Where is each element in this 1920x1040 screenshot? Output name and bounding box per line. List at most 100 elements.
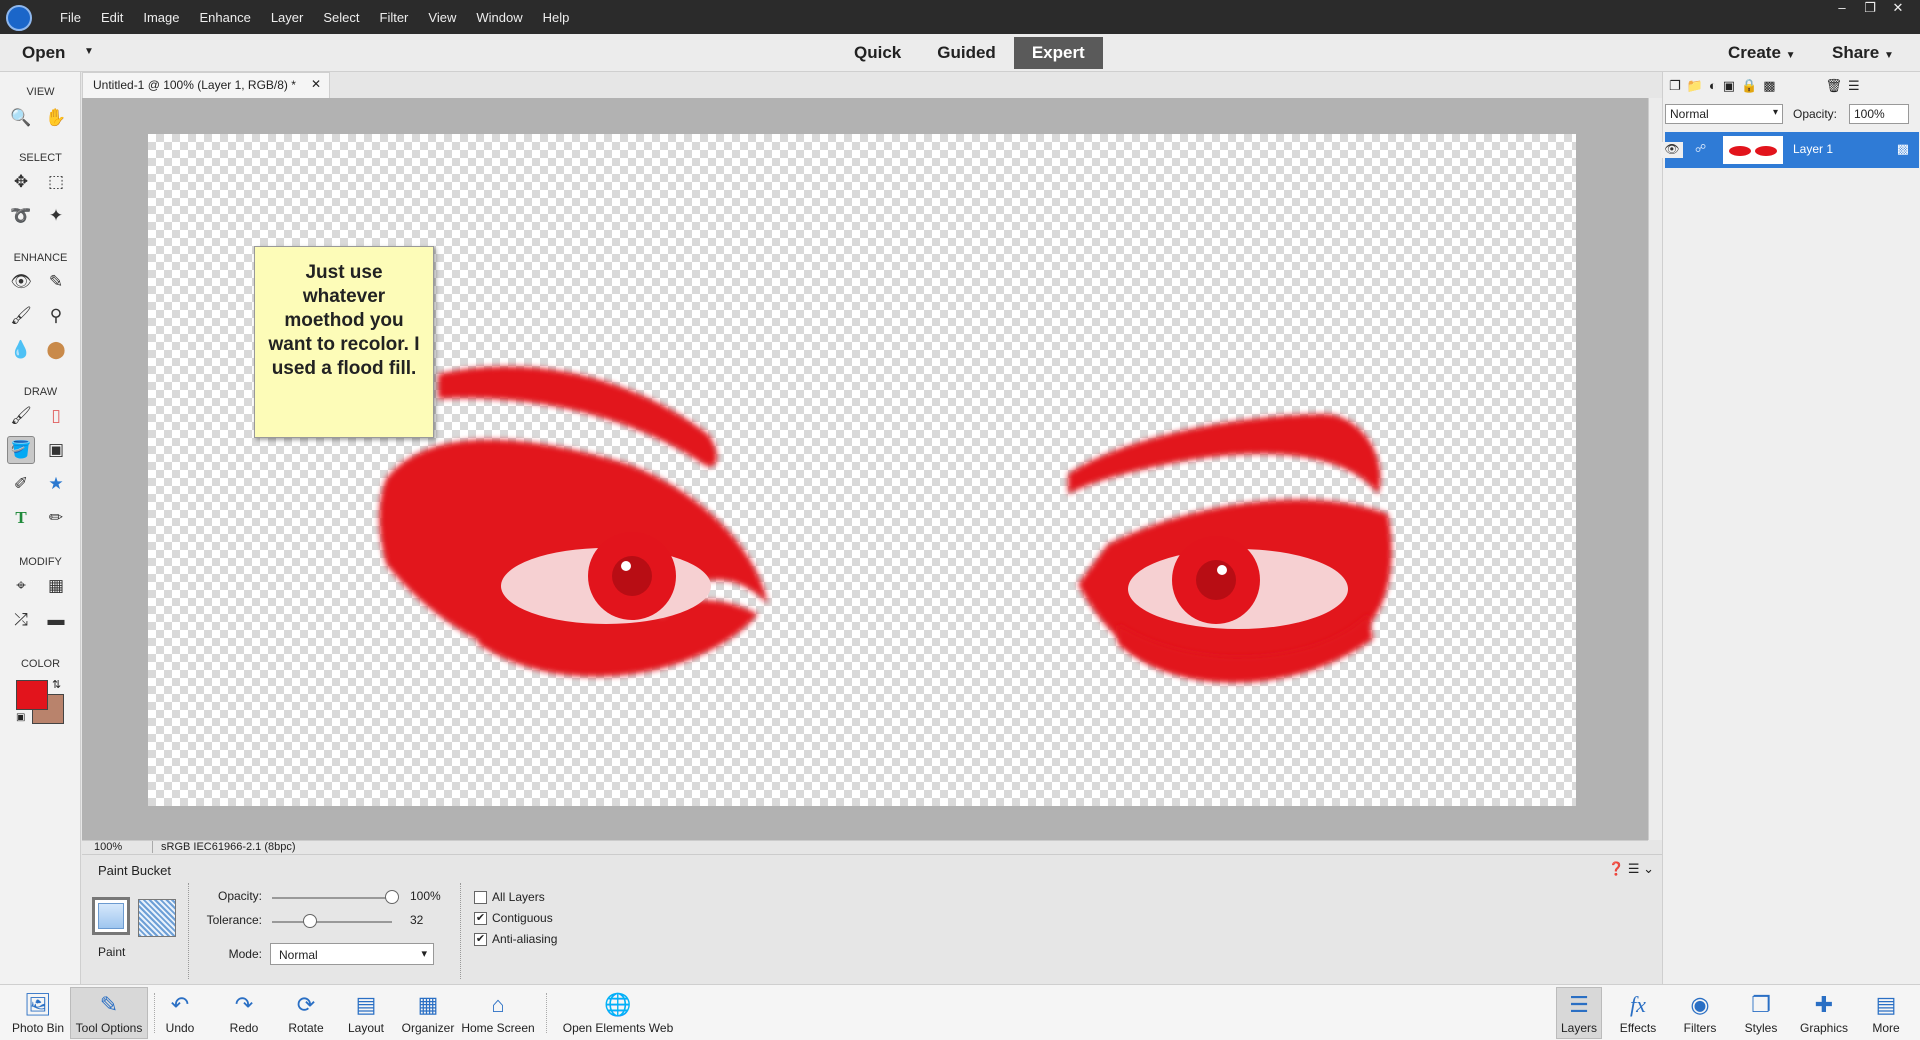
mode-select[interactable]: Normal bbox=[270, 943, 434, 965]
paint-bucket-tool-icon[interactable]: 🪣 bbox=[7, 436, 35, 464]
sticky-note[interactable]: Just use whatever moethod you want to re… bbox=[254, 246, 434, 438]
minimize-icon[interactable]: – bbox=[1828, 0, 1856, 20]
fill-pattern-button[interactable] bbox=[138, 899, 176, 937]
open-button[interactable]: Open bbox=[22, 43, 65, 63]
layer-row[interactable]: 👁 ☍ Layer 1 ▩ bbox=[1661, 132, 1919, 168]
tab-expert[interactable]: Expert bbox=[1013, 37, 1103, 69]
options-menu-icon[interactable]: ☰ bbox=[1628, 861, 1640, 876]
swap-colors-icon[interactable]: ⇅ bbox=[52, 678, 61, 691]
menu-file[interactable]: File bbox=[50, 10, 91, 25]
red-eye-tool-icon[interactable]: 👁 bbox=[7, 268, 35, 296]
blend-mode-select[interactable]: Normal bbox=[1665, 104, 1783, 124]
lasso-tool-icon[interactable]: ➰ bbox=[7, 202, 35, 230]
new-layer-icon[interactable]: ❐ bbox=[1669, 78, 1681, 94]
document-tab[interactable]: Untitled-1 @ 100% (Layer 1, RGB/8) * ✕ bbox=[82, 72, 330, 98]
menu-help[interactable]: Help bbox=[533, 10, 580, 25]
visibility-eye-icon[interactable]: 👁 bbox=[1661, 142, 1683, 158]
layers-panel-button[interactable]: ☰ Layers bbox=[1556, 987, 1602, 1039]
home-screen-button[interactable]: ⌂ Home Screen bbox=[458, 991, 538, 1035]
eraser-tool-icon[interactable]: ▯ bbox=[42, 402, 70, 430]
rotate-button[interactable]: ⟳ Rotate bbox=[284, 991, 328, 1035]
menu-enhance[interactable]: Enhance bbox=[190, 10, 261, 25]
share-button[interactable]: Share ▼ bbox=[1832, 43, 1894, 63]
opacity-slider-thumb[interactable] bbox=[385, 890, 399, 904]
layer-mask-icon[interactable]: ▣ bbox=[1723, 78, 1735, 94]
smart-brush-tool-icon[interactable]: 🖌 bbox=[7, 302, 35, 330]
lock-transparent-icon[interactable]: ▩ bbox=[1763, 78, 1775, 94]
menu-select[interactable]: Select bbox=[313, 10, 369, 25]
fill-paint-button[interactable] bbox=[92, 897, 130, 935]
layer-link-icon[interactable]: ☍ bbox=[1695, 142, 1706, 155]
undo-label: Undo bbox=[165, 1021, 195, 1035]
close-icon[interactable]: ✕ bbox=[1884, 0, 1912, 20]
tolerance-slider[interactable] bbox=[272, 921, 392, 923]
menu-image[interactable]: Image bbox=[133, 10, 189, 25]
healing-brush-tool-icon[interactable]: ✎ bbox=[42, 268, 70, 296]
panel-menu-icon[interactable]: ☰ bbox=[1848, 78, 1860, 94]
magic-wand-tool-icon[interactable]: ✦ bbox=[42, 202, 70, 230]
menu-view[interactable]: View bbox=[418, 10, 466, 25]
organizer-icon: ▦ bbox=[417, 992, 439, 1017]
image-canvas[interactable] bbox=[148, 134, 1576, 806]
clone-stamp-tool-icon[interactable]: ⚲ bbox=[42, 302, 70, 330]
home-screen-label: Home Screen bbox=[461, 1021, 535, 1035]
foreground-color-swatch[interactable] bbox=[16, 680, 48, 710]
organizer-button[interactable]: ▦ Organizer bbox=[400, 991, 456, 1035]
tool-options-button[interactable]: ✎ Tool Options bbox=[70, 987, 148, 1039]
graphics-button[interactable]: ✚ Graphics bbox=[1796, 991, 1852, 1035]
redo-button[interactable]: ↷ Redo bbox=[224, 991, 264, 1035]
create-button[interactable]: Create ▼ bbox=[1728, 43, 1796, 63]
type-tool-icon[interactable]: T bbox=[7, 504, 35, 532]
all-layers-checkbox[interactable] bbox=[474, 891, 487, 904]
collapse-panel-icon[interactable]: ⌄ bbox=[1643, 861, 1654, 876]
default-colors-icon[interactable]: ▣ bbox=[16, 712, 25, 723]
adjustment-layer-icon[interactable]: ◐ bbox=[1709, 78, 1717, 94]
layer-opacity-input[interactable]: 100% bbox=[1849, 104, 1909, 124]
menu-filter[interactable]: Filter bbox=[370, 10, 419, 25]
photo-bin-button[interactable]: 🖼 Photo Bin bbox=[8, 991, 68, 1035]
menu-edit[interactable]: Edit bbox=[91, 10, 133, 25]
open-dropdown-icon[interactable]: ▼ bbox=[84, 46, 94, 57]
open-elements-web-button[interactable]: 🌐 Open Elements Web bbox=[556, 991, 680, 1035]
move-tool-icon[interactable]: ✥ bbox=[7, 168, 35, 196]
new-group-icon[interactable]: 📁 bbox=[1687, 78, 1703, 94]
tolerance-slider-thumb[interactable] bbox=[303, 914, 318, 928]
lock-all-icon[interactable]: 🔒 bbox=[1741, 78, 1757, 94]
recompose-tool-icon[interactable]: ▦ bbox=[42, 572, 70, 600]
hand-tool-icon[interactable]: ✋ bbox=[42, 104, 70, 132]
tab-guided[interactable]: Guided bbox=[919, 37, 1014, 69]
crop-tool-icon[interactable]: ⌖ bbox=[7, 572, 35, 600]
content-aware-move-tool-icon[interactable]: ⤮ bbox=[7, 606, 35, 634]
gradient-tool-icon[interactable]: ▣ bbox=[42, 436, 70, 464]
menu-window[interactable]: Window bbox=[466, 10, 532, 25]
layout-button[interactable]: ▤ Layout bbox=[344, 991, 388, 1035]
zoom-tool-icon[interactable]: 🔍 bbox=[7, 104, 35, 132]
delete-layer-icon[interactable]: 🗑 bbox=[1825, 78, 1842, 94]
opacity-slider[interactable] bbox=[272, 897, 392, 899]
zoom-level[interactable]: 100% bbox=[94, 841, 122, 853]
blur-tool-icon[interactable]: 💧 bbox=[7, 336, 35, 364]
anti-aliasing-checkbox[interactable]: ✔ bbox=[474, 933, 487, 946]
contiguous-checkbox[interactable]: ✔ bbox=[474, 912, 487, 925]
tolerance-value[interactable]: 32 bbox=[410, 913, 423, 927]
opacity-value[interactable]: 100% bbox=[410, 889, 441, 903]
restore-icon[interactable]: ❐ bbox=[1856, 0, 1884, 20]
sponge-tool-icon[interactable]: ⬤ bbox=[42, 336, 70, 364]
marquee-tool-icon[interactable]: ⬚ bbox=[42, 168, 70, 196]
eyedropper-tool-icon[interactable]: ✐ bbox=[7, 470, 35, 498]
filters-button[interactable]: ◉ Filters bbox=[1676, 991, 1724, 1035]
pencil-tool-icon[interactable]: ✏ bbox=[42, 504, 70, 532]
menu-layer[interactable]: Layer bbox=[261, 10, 314, 25]
close-document-icon[interactable]: ✕ bbox=[311, 77, 321, 91]
shape-tool-icon[interactable]: ★ bbox=[42, 470, 70, 498]
straighten-tool-icon[interactable]: ▬ bbox=[42, 606, 70, 634]
vertical-scrollbar[interactable] bbox=[1648, 98, 1662, 840]
undo-button[interactable]: ↶ Undo bbox=[160, 991, 200, 1035]
help-icon[interactable]: ❓ bbox=[1608, 861, 1624, 876]
layer-style-icon[interactable]: ▩ bbox=[1897, 141, 1909, 157]
brush-tool-icon[interactable]: 🖌 bbox=[7, 402, 35, 430]
effects-button[interactable]: fx Effects bbox=[1614, 991, 1662, 1035]
styles-button[interactable]: ❐ Styles bbox=[1738, 991, 1784, 1035]
tab-quick[interactable]: Quick bbox=[836, 37, 919, 69]
more-button[interactable]: ▤ More bbox=[1864, 991, 1908, 1035]
